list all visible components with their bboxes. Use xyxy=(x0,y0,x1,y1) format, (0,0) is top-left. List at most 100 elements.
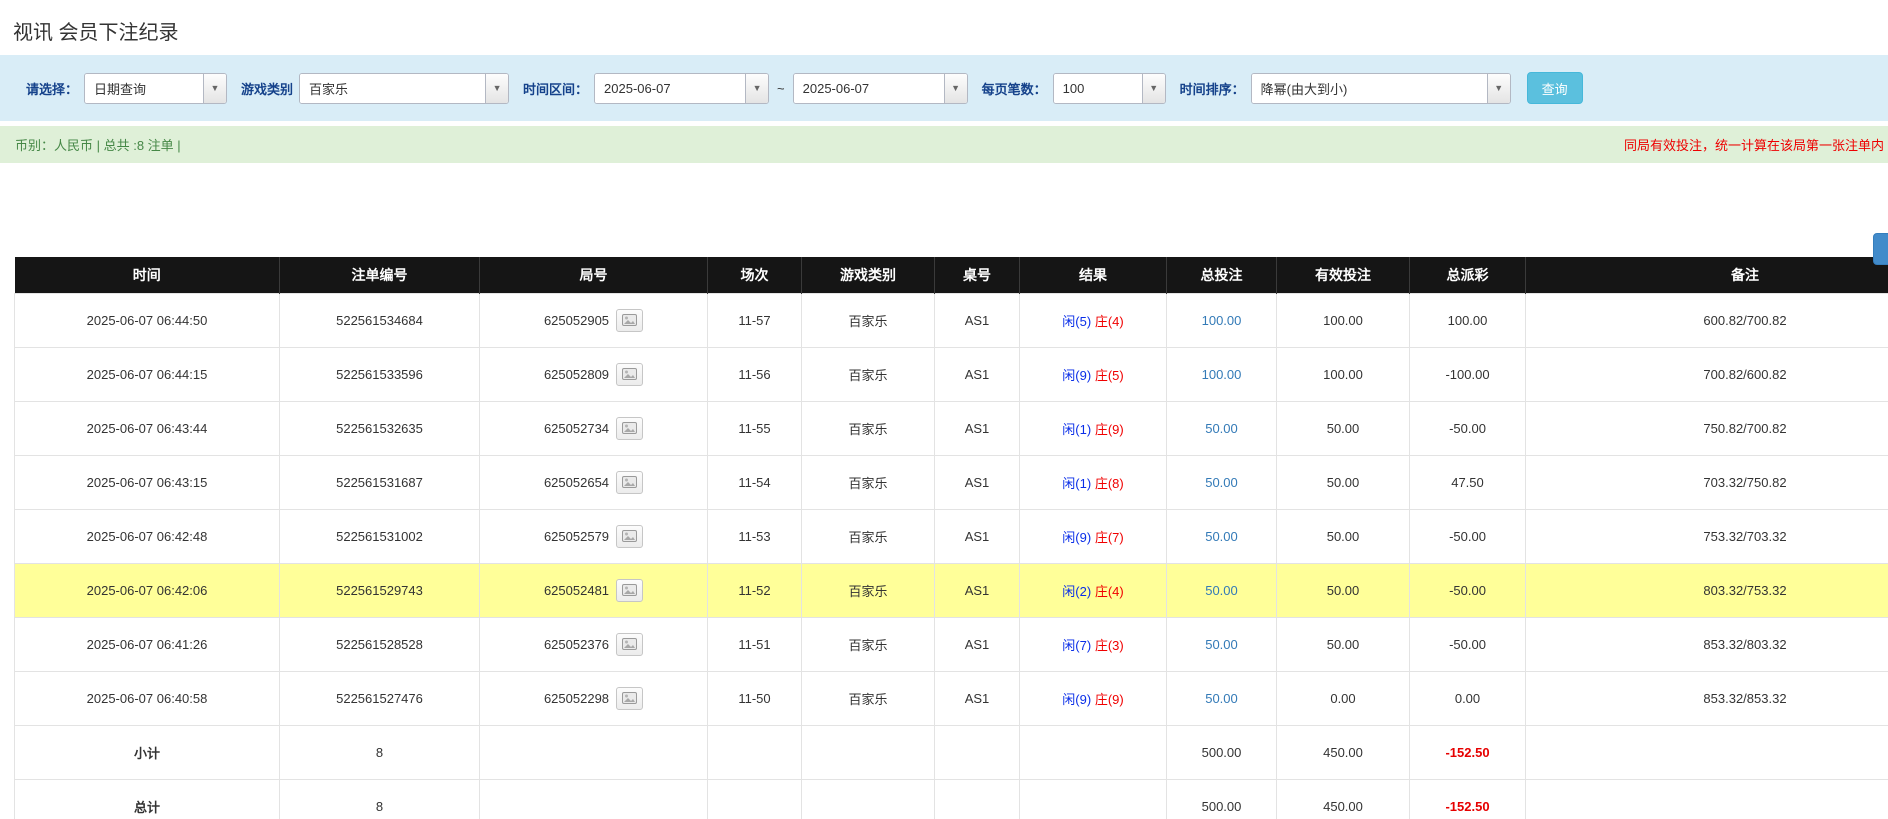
result-player: 闲(7) xyxy=(1062,638,1091,653)
round-number: 625052734 xyxy=(544,421,609,436)
date-to-input[interactable] xyxy=(794,74,944,103)
total-count: 8 xyxy=(280,779,480,819)
subtotal-valid-bet: 450.00 xyxy=(1277,725,1410,779)
column-header: 有效投注 xyxy=(1277,257,1410,293)
chevron-down-icon[interactable]: ▼ xyxy=(1142,74,1165,103)
date-separator: ~ xyxy=(777,81,785,96)
round-number-cell: 625052734 xyxy=(480,401,708,455)
chevron-down-icon[interactable]: ▼ xyxy=(944,74,967,103)
round-result-image-icon[interactable] xyxy=(616,417,643,440)
result-cell: 闲(9) 庄(7) xyxy=(1020,509,1167,563)
date-to-combobox[interactable]: ▼ xyxy=(793,73,968,104)
session-number: 11-55 xyxy=(708,401,802,455)
payout: -50.00 xyxy=(1410,401,1526,455)
table-number: AS1 xyxy=(935,347,1020,401)
top-right-action-button[interactable] xyxy=(1873,233,1888,265)
valid-bet: 100.00 xyxy=(1277,347,1410,401)
result-cell: 闲(1) 庄(8) xyxy=(1020,455,1167,509)
sort-input[interactable] xyxy=(1252,74,1487,103)
round-result-image-icon[interactable] xyxy=(616,579,643,602)
total-bet-link[interactable]: 50.00 xyxy=(1205,583,1238,598)
table-number: AS1 xyxy=(935,455,1020,509)
result-cell: 闲(5) 庄(4) xyxy=(1020,293,1167,347)
note: 853.32/853.32 xyxy=(1526,671,1888,725)
table-number: AS1 xyxy=(935,401,1020,455)
search-button[interactable]: 查询 xyxy=(1527,72,1583,104)
game-type-label: 游戏类别 xyxy=(241,79,293,98)
page-size-input[interactable] xyxy=(1054,74,1142,103)
round-number: 625052298 xyxy=(544,691,609,706)
sort-combobox[interactable]: ▼ xyxy=(1251,73,1511,104)
result-banker: 庄(4) xyxy=(1095,584,1124,599)
result-cell: 闲(9) 庄(9) xyxy=(1020,671,1167,725)
note: 750.82/700.82 xyxy=(1526,401,1888,455)
table-number: AS1 xyxy=(935,617,1020,671)
chevron-down-icon[interactable]: ▼ xyxy=(745,74,768,103)
time-range-label: 时间区间： xyxy=(523,79,588,98)
total-bet-link[interactable]: 50.00 xyxy=(1205,475,1238,490)
total-bet-link[interactable]: 50.00 xyxy=(1205,691,1238,706)
date-from-combobox[interactable]: ▼ xyxy=(594,73,769,104)
table-number: AS1 xyxy=(935,671,1020,725)
table-row: 2025-06-07 06:44:15 522561533596 6250528… xyxy=(15,347,1888,401)
column-header: 注单编号 xyxy=(280,257,480,293)
order-number: 522561528528 xyxy=(280,617,480,671)
order-number: 522561527476 xyxy=(280,671,480,725)
round-result-image-icon[interactable] xyxy=(616,471,643,494)
table-row: 2025-06-07 06:43:15 522561531687 6250526… xyxy=(15,455,1888,509)
table-row: 2025-06-07 06:42:48 522561531002 6250525… xyxy=(15,509,1888,563)
result-banker: 庄(3) xyxy=(1095,638,1124,653)
column-header: 时间 xyxy=(15,257,280,293)
result-cell: 闲(1) 庄(9) xyxy=(1020,401,1167,455)
order-number: 522561532635 xyxy=(280,401,480,455)
total-bet-link[interactable]: 50.00 xyxy=(1205,421,1238,436)
order-number: 522561533596 xyxy=(280,347,480,401)
result-player: 闲(9) xyxy=(1062,530,1091,545)
total-row: 总计 8 500.00 450.00 -152.50 xyxy=(15,779,1888,819)
query-type-input[interactable] xyxy=(85,74,203,103)
game-type: 百家乐 xyxy=(802,509,935,563)
session-number: 11-52 xyxy=(708,563,802,617)
column-header: 游戏类别 xyxy=(802,257,935,293)
payout: -50.00 xyxy=(1410,617,1526,671)
round-number-cell: 625052905 xyxy=(480,293,708,347)
subtotal-label: 小计 xyxy=(15,725,280,779)
column-header: 场次 xyxy=(708,257,802,293)
game-type-input[interactable] xyxy=(300,74,485,103)
table-row: 2025-06-07 06:41:26 522561528528 6250523… xyxy=(15,617,1888,671)
column-header: 结果 xyxy=(1020,257,1167,293)
note: 803.32/753.32 xyxy=(1526,563,1888,617)
game-type: 百家乐 xyxy=(802,347,935,401)
result-banker: 庄(9) xyxy=(1095,422,1124,437)
total-total-bet: 500.00 xyxy=(1167,779,1277,819)
total-bet-link[interactable]: 50.00 xyxy=(1205,529,1238,544)
bet-time: 2025-06-07 06:43:15 xyxy=(15,455,280,509)
subtotal-row: 小计 8 500.00 450.00 -152.50 xyxy=(15,725,1888,779)
round-result-image-icon[interactable] xyxy=(616,633,643,656)
result-banker: 庄(5) xyxy=(1095,368,1124,383)
total-bet-link[interactable]: 100.00 xyxy=(1202,313,1242,328)
total-bet-link[interactable]: 100.00 xyxy=(1202,367,1242,382)
round-number-cell: 625052481 xyxy=(480,563,708,617)
valid-bet: 100.00 xyxy=(1277,293,1410,347)
round-result-image-icon[interactable] xyxy=(616,687,643,710)
round-number: 625052376 xyxy=(544,637,609,652)
table-row: 2025-06-07 06:40:58 522561527476 6250522… xyxy=(15,671,1888,725)
subtotal-count: 8 xyxy=(280,725,480,779)
page-size-combobox[interactable]: ▼ xyxy=(1053,73,1166,104)
session-number: 11-56 xyxy=(708,347,802,401)
chevron-down-icon[interactable]: ▼ xyxy=(203,74,226,103)
round-result-image-icon[interactable] xyxy=(616,363,643,386)
round-result-image-icon[interactable] xyxy=(616,309,643,332)
game-type-combobox[interactable]: ▼ xyxy=(299,73,509,104)
total-bet-link[interactable]: 50.00 xyxy=(1205,637,1238,652)
filter-bar: 请选择： ▼ 游戏类别 ▼ 时间区间： ▼ ~ ▼ 每页笔数： ▼ 时间排序： … xyxy=(0,55,1888,121)
note: 703.32/750.82 xyxy=(1526,455,1888,509)
round-result-image-icon[interactable] xyxy=(616,525,643,548)
chevron-down-icon[interactable]: ▼ xyxy=(1487,74,1510,103)
date-from-input[interactable] xyxy=(595,74,745,103)
column-header: 桌号 xyxy=(935,257,1020,293)
note: 600.82/700.82 xyxy=(1526,293,1888,347)
query-type-combobox[interactable]: ▼ xyxy=(84,73,227,104)
chevron-down-icon[interactable]: ▼ xyxy=(485,74,508,103)
